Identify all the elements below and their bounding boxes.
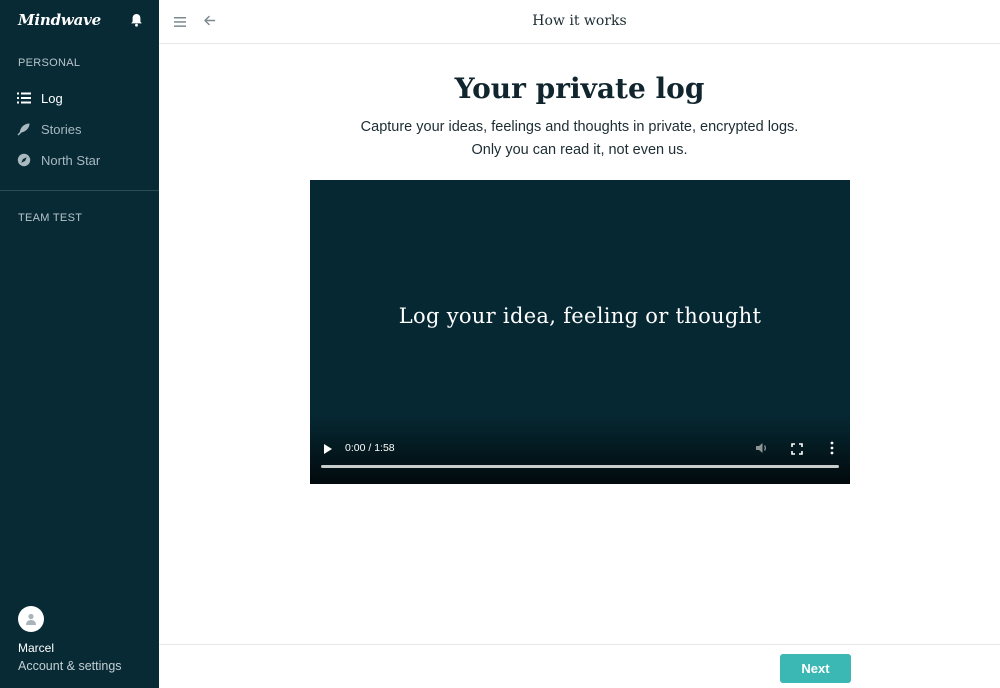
section-label-personal: PERSONAL <box>18 57 81 69</box>
description-line-2: Only you can read it, not even us. <box>471 142 688 158</box>
sidebar-item-label: Log <box>41 90 63 106</box>
sidebar: Mindwave PERSONAL Log Stories North Star… <box>0 0 159 688</box>
compass-icon <box>17 153 31 167</box>
next-button[interactable]: Next <box>780 654 851 683</box>
account-settings-link[interactable]: Account & settings <box>18 659 122 673</box>
volume-icon[interactable] <box>755 441 769 455</box>
fullscreen-icon[interactable] <box>791 442 803 455</box>
user-name: Marcel <box>18 641 55 655</box>
video-time: 0:00 / 1:58 <box>345 442 395 454</box>
sidebar-divider <box>0 190 159 191</box>
page-title: Your private log <box>454 72 705 105</box>
sidebar-item-stories[interactable]: Stories <box>17 119 81 139</box>
more-vertical-icon[interactable] <box>830 441 834 455</box>
page-heading: How it works <box>532 13 627 29</box>
avatar[interactable] <box>18 606 44 632</box>
sidebar-item-label: Stories <box>41 121 82 137</box>
description-line-1: Capture your ideas, feelings and thought… <box>360 119 799 135</box>
play-icon[interactable] <box>323 442 333 454</box>
video-caption: Log your idea, feeling or thought <box>398 304 762 328</box>
sidebar-item-north-star[interactable]: North Star <box>17 150 100 170</box>
user-icon <box>26 613 36 625</box>
footer-bar: Next <box>159 644 1000 688</box>
video-player[interactable]: Log your idea, feeling or thought 0:00 /… <box>310 180 850 484</box>
section-label-team[interactable]: TEAM TEST <box>18 212 82 224</box>
app-logo: Mindwave <box>18 11 101 29</box>
feather-icon <box>17 122 31 136</box>
top-bar: How it works <box>159 0 1000 44</box>
sidebar-item-label: North Star <box>41 152 101 168</box>
bell-icon[interactable] <box>130 13 143 27</box>
list-icon <box>17 91 31 105</box>
sidebar-item-log[interactable]: Log <box>17 88 63 108</box>
video-progress-bar[interactable] <box>321 465 839 468</box>
